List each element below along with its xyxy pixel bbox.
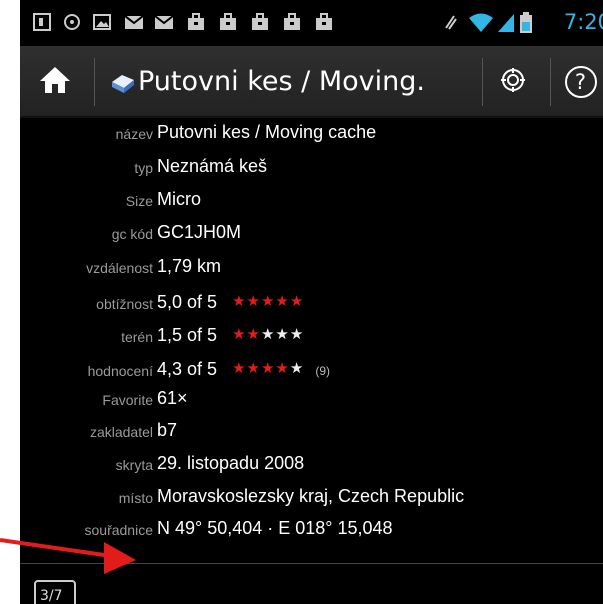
star-on-icon: ★★★★★ (232, 293, 305, 310)
detail-value-wrap: 4,3 of 5 ★★★★★ (9) (157, 359, 330, 380)
detail-label: vzdálenost (86, 260, 153, 276)
help-icon: ? (564, 66, 597, 98)
gmail-icon (124, 12, 144, 32)
detail-row-owner: zakladatel b7 (20, 418, 603, 450)
briefcase-icon (186, 12, 206, 32)
briefcase-icon (282, 12, 302, 32)
detail-value-wrap: 5,0 of 5 ★★★★★ (157, 292, 304, 313)
detail-value: 5,0 of 5 (157, 292, 218, 312)
detail-value: 29. listopadu 2008 (157, 453, 305, 473)
difficulty-stars: ★★★★★ (232, 292, 304, 310)
rating-stars: ★★★★★ (232, 359, 304, 377)
vote-count: (9) (315, 364, 330, 378)
detail-row-type: typ Neznámá keš (20, 154, 603, 186)
detail-row-terrain: terén 1,5 of 5 ★★★★★ (20, 323, 603, 355)
detail-row-distance: vzdálenost 1,79 km (20, 254, 603, 286)
detail-value: 61× (157, 388, 188, 408)
help-button[interactable]: ? (558, 58, 603, 106)
home-icon (38, 65, 72, 99)
detail-row-hidden: skryta 29. listopadu 2008 (20, 451, 603, 483)
location-icon (62, 12, 82, 32)
star-off-icon: ★ (289, 360, 305, 377)
detail-label: skryta (115, 457, 153, 473)
detail-value: Moravskoslezsky kraj, Czech Republic (157, 486, 465, 506)
status-time: 7:20 (563, 10, 603, 34)
detail-value: GC1JH0M (157, 222, 242, 242)
page-indicator-button[interactable]: 3/7 (34, 580, 76, 604)
star-on-icon: ★★★★ (232, 360, 290, 377)
image-icon (92, 12, 112, 32)
detail-label: Favorite (102, 392, 153, 408)
detail-label: název (115, 126, 153, 142)
divider (550, 58, 551, 106)
compass-icon (500, 67, 526, 97)
detail-label: typ (134, 160, 153, 176)
detail-row-favorite: Favorite 61× (20, 386, 603, 418)
detail-value: b7 (157, 420, 178, 440)
detail-row-size: Size Micro (20, 187, 603, 219)
compass-button[interactable] (488, 58, 538, 106)
app-screen: 7:20 Putovni kes / Moving. ? název Putov… (20, 0, 603, 604)
detail-row-difficulty: obtížnost 5,0 of 5 ★★★★★ (20, 290, 603, 322)
star-on-icon: ★★ (232, 326, 261, 343)
detail-row-gc-code: gc kód GC1JH0M (20, 220, 603, 252)
page-indicator-label: 3/7 (40, 588, 63, 604)
briefcase-icon (314, 12, 334, 32)
star-off-icon: ★★★ (260, 326, 305, 343)
detail-label: gc kód (111, 226, 153, 242)
divider (482, 58, 483, 106)
coordinates-value[interactable]: N 49° 50,404 · E 018° 15,048 (157, 518, 393, 539)
briefcase-icon (218, 12, 238, 32)
notification-icon (32, 12, 52, 32)
annotation-arrow-icon (0, 538, 136, 574)
terrain-stars: ★★★★★ (232, 325, 304, 343)
wifi-icon (468, 12, 494, 32)
action-bar: Putovni kes / Moving. ? (20, 46, 603, 118)
detail-value: Neznámá keš (157, 156, 268, 176)
vibrate-icon (440, 12, 460, 32)
detail-row-name: název Putovni kes / Moving cache (20, 120, 603, 152)
signal-icon (496, 12, 516, 32)
mail-icon (154, 12, 174, 32)
cache-type-icon (110, 72, 136, 98)
detail-value: Putovni kes / Moving cache (157, 122, 377, 142)
home-button[interactable] (26, 58, 84, 106)
detail-label: hodnocení (87, 363, 153, 379)
status-bar: 7:20 (20, 0, 603, 46)
briefcase-icon (250, 12, 270, 32)
detail-label: terén (121, 329, 153, 345)
detail-value: 4,3 of 5 (157, 359, 218, 379)
detail-value-wrap: 1,5 of 5 ★★★★★ (157, 325, 304, 346)
page-title: Putovni kes / Moving. (138, 66, 425, 97)
detail-label: zakladatel (89, 424, 153, 440)
detail-label: místo (118, 490, 153, 506)
detail-row-location: místo Moravskoslezsky kraj, Czech Republ… (20, 484, 603, 516)
detail-value: 1,79 km (157, 256, 222, 276)
detail-label: Size (125, 193, 153, 209)
battery-icon (520, 12, 532, 33)
detail-value: Micro (157, 189, 201, 209)
detail-value: 1,5 of 5 (157, 325, 218, 345)
detail-row-rating: hodnocení 4,3 of 5 ★★★★★ (9) (20, 357, 603, 389)
divider (94, 58, 95, 106)
detail-label: obtížnost (96, 296, 153, 312)
